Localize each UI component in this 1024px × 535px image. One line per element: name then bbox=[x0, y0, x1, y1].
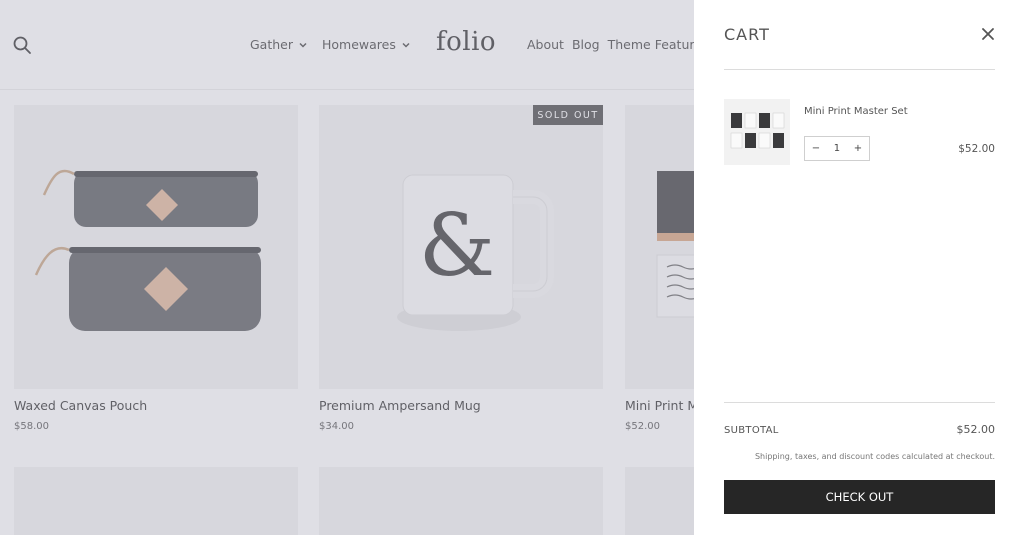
divider bbox=[724, 69, 995, 70]
cart-item-name[interactable]: Mini Print Master Set bbox=[804, 106, 908, 117]
decrease-quantity-button[interactable]: − bbox=[812, 143, 820, 154]
checkout-button[interactable]: CHECK OUT bbox=[724, 480, 995, 514]
shipping-note: Shipping, taxes, and discount codes calc… bbox=[754, 452, 995, 461]
cart-title: CART bbox=[724, 25, 770, 44]
divider bbox=[724, 402, 995, 403]
increase-quantity-button[interactable]: + bbox=[854, 143, 862, 154]
cart-item-price: $52.00 bbox=[958, 143, 995, 155]
quantity-value[interactable]: 1 bbox=[834, 143, 840, 154]
close-icon[interactable] bbox=[981, 27, 995, 41]
subtotal-label: SUBTOTAL bbox=[724, 425, 779, 436]
quantity-stepper: − 1 + bbox=[804, 136, 870, 161]
subtotal-value: $52.00 bbox=[956, 423, 996, 436]
print-set-thumbnail bbox=[730, 112, 785, 149]
cart-drawer: CART Mini Print Master Set − 1 + $52.00 … bbox=[694, 0, 1024, 535]
cart-item-thumbnail[interactable] bbox=[724, 99, 790, 165]
